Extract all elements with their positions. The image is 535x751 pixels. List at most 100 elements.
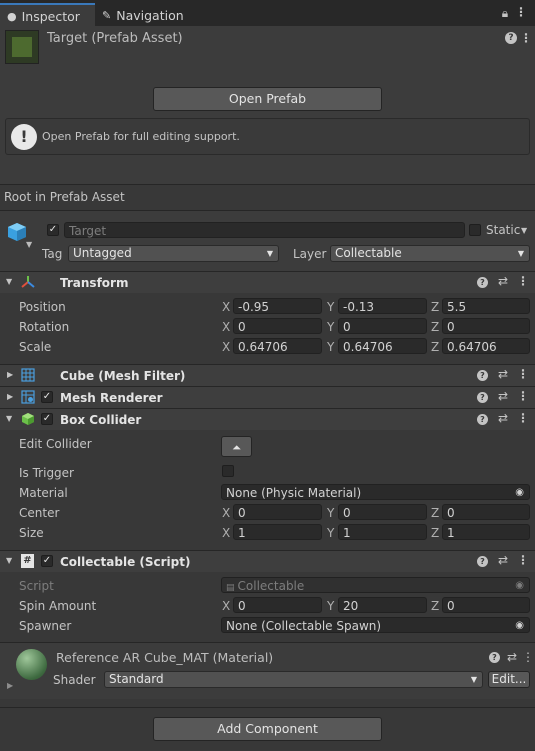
presets-icon[interactable]: ⇄	[496, 274, 510, 288]
spin-amount-y-field[interactable]: 20	[338, 597, 427, 613]
more-options-icon[interactable]: ⋮	[515, 5, 527, 19]
spin-amount-x-field[interactable]: 0	[233, 597, 322, 613]
size-x-field[interactable]: 1	[233, 524, 322, 540]
spin-amount-x-axis-label[interactable]: X	[222, 599, 230, 613]
position-x-axis-label[interactable]: X	[222, 300, 230, 314]
size-y-field[interactable]: 1	[338, 524, 427, 540]
center-y-field[interactable]: 0	[338, 504, 427, 520]
open-prefab-button[interactable]: Open Prefab	[153, 87, 382, 111]
presets-icon[interactable]: ⇄	[506, 650, 518, 664]
box-collider-enabled-checkbox[interactable]: ✓	[41, 413, 53, 425]
rotation-y-axis-label[interactable]: Y	[327, 320, 334, 334]
rotation-z-axis-label[interactable]: Z	[431, 320, 439, 334]
position-x-field[interactable]: -0.95	[233, 298, 322, 314]
shader-dropdown[interactable]: Standard ▼	[104, 671, 483, 688]
layer-value: Collectable	[335, 246, 402, 260]
edit-bounds-icon: ⏶	[232, 441, 241, 454]
presets-icon[interactable]: ⇄	[496, 389, 510, 403]
tag-dropdown[interactable]: Untagged ▼	[68, 245, 279, 262]
spin-amount-z-axis-label[interactable]: Z	[431, 599, 439, 613]
rotation-y-field[interactable]: 0	[338, 318, 427, 334]
spin-amount-y-axis-label[interactable]: Y	[327, 599, 334, 613]
foldout-expanded-icon[interactable]: ▼	[6, 556, 12, 565]
center-y-axis-label[interactable]: Y	[327, 506, 334, 520]
center-z-field[interactable]: 0	[442, 504, 530, 520]
size-y-axis-label[interactable]: Y	[327, 526, 334, 540]
center-z-axis-label[interactable]: Z	[431, 506, 439, 520]
size-z-axis-label[interactable]: Z	[431, 526, 439, 540]
script-enabled-checkbox[interactable]: ✓	[41, 555, 53, 567]
tab-inspector[interactable]: ● Inspector	[0, 3, 95, 28]
tab-label: Inspector	[21, 9, 80, 24]
more-options-icon[interactable]: ⋮	[517, 411, 529, 425]
physic-material-value: None (Physic Material)	[226, 486, 362, 500]
help-icon[interactable]: ?	[505, 32, 517, 44]
scale-y-field[interactable]: 0.64706	[338, 338, 427, 354]
help-icon[interactable]: ?	[477, 556, 488, 567]
more-options-icon[interactable]: ⋮	[517, 367, 529, 381]
tab-label: Navigation	[116, 8, 184, 23]
spawner-field[interactable]: None (Collectable Spawn) ◉	[221, 617, 530, 633]
object-name-field[interactable]: Target	[64, 222, 465, 238]
presets-icon[interactable]: ⇄	[496, 553, 510, 567]
presets-icon[interactable]: ⇄	[496, 367, 510, 381]
foldout-collapsed-icon[interactable]: ▶	[7, 681, 13, 690]
dropdown-arrow-icon[interactable]: ▼	[26, 240, 32, 249]
scale-x-field[interactable]: 0.64706	[233, 338, 322, 354]
position-y-axis-label[interactable]: Y	[327, 300, 334, 314]
mesh-renderer-icon	[21, 390, 35, 404]
script-file-icon: ▤	[226, 583, 235, 593]
presets-icon[interactable]: ⇄	[496, 411, 510, 425]
size-z-field[interactable]: 1	[442, 524, 530, 540]
rotation-x-field[interactable]: 0	[233, 318, 322, 334]
help-icon[interactable]: ?	[477, 392, 488, 403]
spin-amount-z-field[interactable]: 0	[442, 597, 530, 613]
layer-dropdown[interactable]: Collectable ▼	[330, 245, 530, 262]
help-icon[interactable]: ?	[477, 414, 488, 425]
material-preview-sphere	[16, 649, 47, 680]
more-options-icon[interactable]: ⋮	[517, 389, 529, 403]
physic-material-field[interactable]: None (Physic Material) ◉	[221, 484, 530, 500]
rotation-x-axis-label[interactable]: X	[222, 320, 230, 334]
chevron-down-icon: ▼	[266, 249, 273, 258]
rotation-z-field[interactable]: 0	[442, 318, 530, 334]
object-picker-icon[interactable]: ◉	[515, 618, 524, 634]
more-options-icon[interactable]: ⋮	[520, 31, 532, 45]
help-icon[interactable]: ?	[489, 652, 500, 663]
script-label: Script	[19, 579, 54, 593]
edit-shader-button[interactable]: Edit...	[488, 671, 530, 688]
rotation-label: Rotation	[19, 320, 70, 334]
tab-navigation[interactable]: ✎ Navigation	[98, 5, 198, 26]
mesh-renderer-enabled-checkbox[interactable]: ✓	[41, 391, 53, 403]
static-dropdown-icon[interactable]: ▼	[521, 226, 527, 235]
size-label: Size	[19, 526, 44, 540]
active-checkbox[interactable]: ✓	[47, 224, 59, 236]
scale-z-field[interactable]: 0.64706	[442, 338, 530, 354]
divider	[0, 184, 535, 185]
size-x-axis-label[interactable]: X	[222, 526, 230, 540]
center-x-axis-label[interactable]: X	[222, 506, 230, 520]
more-options-icon[interactable]: ⋮	[517, 553, 529, 567]
center-x-field[interactable]: 0	[233, 504, 322, 520]
object-picker-icon[interactable]: ◉	[515, 485, 524, 501]
foldout-collapsed-icon[interactable]: ▶	[7, 392, 13, 401]
static-checkbox[interactable]	[469, 224, 481, 236]
edit-collider-button[interactable]: ⏶	[221, 436, 252, 457]
more-options-icon[interactable]: ⋮	[522, 650, 534, 664]
scale-z-axis-label[interactable]: Z	[431, 340, 439, 354]
foldout-expanded-icon[interactable]: ▼	[6, 277, 12, 286]
foldout-collapsed-icon[interactable]: ▶	[7, 370, 13, 379]
is-trigger-checkbox[interactable]	[222, 465, 234, 477]
object-header	[0, 211, 535, 271]
lock-icon[interactable]: 🔒︎	[498, 6, 512, 21]
position-z-field[interactable]: 5.5	[442, 298, 530, 314]
scale-x-axis-label[interactable]: X	[222, 340, 230, 354]
position-y-field[interactable]: -0.13	[338, 298, 427, 314]
scale-y-axis-label[interactable]: Y	[327, 340, 334, 354]
help-icon[interactable]: ?	[477, 277, 488, 288]
more-options-icon[interactable]: ⋮	[517, 274, 529, 288]
add-component-button[interactable]: Add Component	[153, 717, 382, 741]
foldout-expanded-icon[interactable]: ▼	[6, 414, 12, 423]
position-z-axis-label[interactable]: Z	[431, 300, 439, 314]
help-icon[interactable]: ?	[477, 370, 488, 381]
